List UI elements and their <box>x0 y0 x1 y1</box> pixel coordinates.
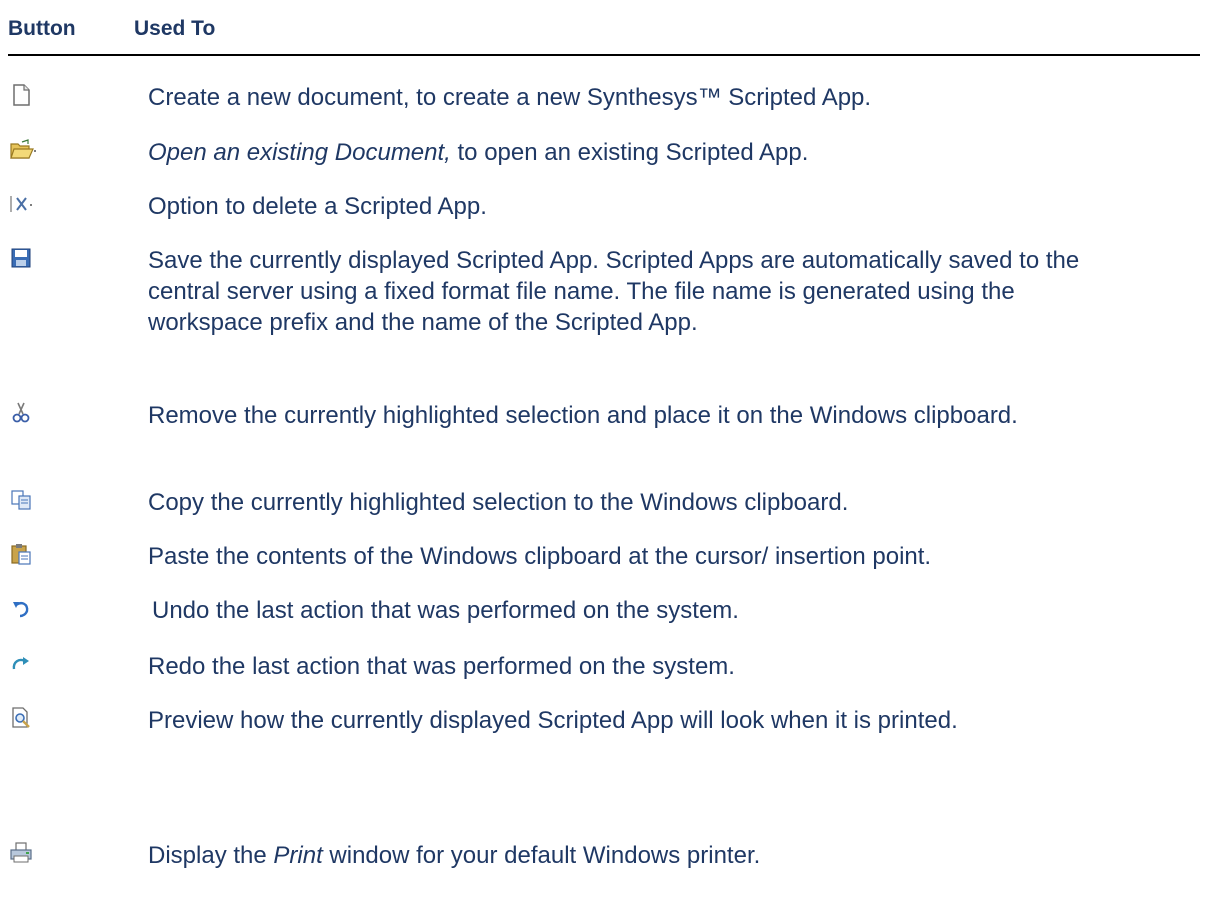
row-description: Save the currently displayed Scripted Ap… <box>148 247 1080 336</box>
row-description-rest: window for your default Windows printer. <box>322 842 761 869</box>
row-description: Undo the last action that was performed … <box>152 597 739 624</box>
row-description: Remove the currently highlighted selecti… <box>148 402 1018 429</box>
copy-icon <box>8 487 34 513</box>
header-used-to-label: Used To <box>134 17 216 40</box>
row-description: Copy the currently highlighted selection… <box>148 489 849 516</box>
document-page: Button Used To Create a new document, to… <box>0 0 1206 901</box>
row-description-before: Display the <box>148 842 274 869</box>
open-folder-icon <box>8 137 36 163</box>
delete-x-icon <box>8 191 34 217</box>
print-preview-icon <box>8 705 34 731</box>
row-description: Preview how the currently displayed Scri… <box>148 707 958 734</box>
table-header: Button Used To <box>8 14 1200 56</box>
paste-clipboard-icon <box>8 541 34 567</box>
row-description: Redo the last action that was performed … <box>148 653 735 680</box>
row-description: Create a new document, to create a new S… <box>148 84 872 111</box>
save-disk-icon <box>8 245 34 271</box>
redo-icon <box>8 651 34 677</box>
row-description: Display the Print window for your defaul… <box>148 840 1088 871</box>
printer-icon <box>8 840 34 866</box>
cut-scissors-icon <box>8 400 34 426</box>
row-description-italic: Open an existing Document, <box>148 139 451 166</box>
header-button-label: Button <box>8 17 76 40</box>
undo-icon <box>8 595 34 621</box>
row-description-italic: Print <box>273 842 323 869</box>
row-description: Paste the contents of the Windows clipbo… <box>148 543 932 570</box>
row-description: Option to delete a Scripted App. <box>148 193 487 220</box>
new-document-icon <box>8 82 34 108</box>
row-description: Open an existing Document, to open an ex… <box>148 137 1088 168</box>
row-description-rest: to open an existing Scripted App. <box>450 139 809 166</box>
